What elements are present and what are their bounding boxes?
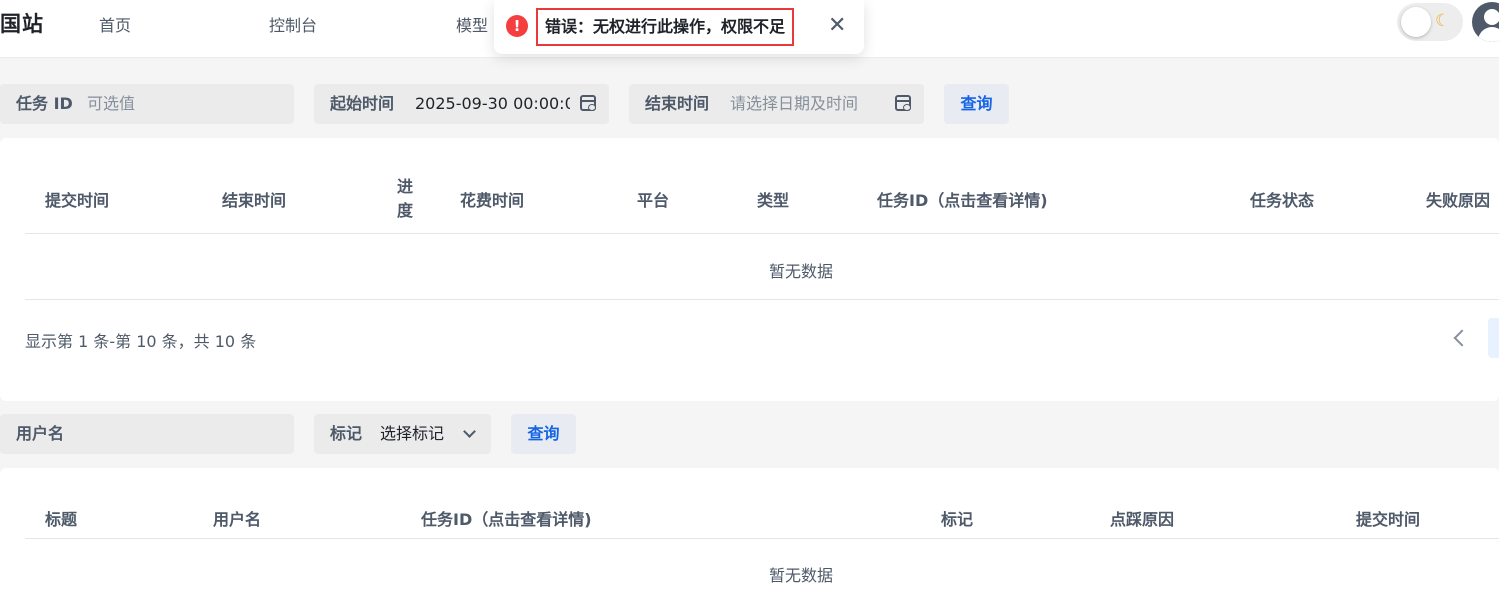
close-icon[interactable]: ✕ (828, 14, 846, 38)
error-toast: ! 错误：无权进行此操作，权限不足 ✕ (494, 0, 864, 54)
calendar-icon[interactable] (580, 95, 596, 111)
username-label: 用户名 (16, 424, 65, 443)
moon-icon: ☾ (1435, 11, 1451, 31)
column-header: 花费时间 (460, 191, 525, 210)
error-message: 错误：无权进行此操作，权限不足 (536, 8, 795, 46)
username-field[interactable]: 用户名 (0, 414, 294, 454)
column-header: 任务ID（点击查看详情) (877, 191, 1048, 210)
start-time-label: 起始时间 (330, 94, 395, 113)
column-header: 任务ID（点击查看详情) (421, 510, 592, 529)
column-header: 任务状态 (1250, 191, 1315, 210)
user-query-button[interactable]: 查询 (511, 414, 576, 454)
user-avatar-icon[interactable] (1472, 2, 1499, 42)
column-header: 提交时间 (45, 191, 110, 210)
avatar-shoulders (1478, 27, 1499, 42)
task-id-field[interactable]: 任务 ID 可选值 (0, 84, 294, 124)
chevron-down-icon[interactable] (463, 425, 476, 438)
column-header: 结束时间 (222, 191, 287, 210)
empty-state: 暂无数据 (769, 262, 834, 281)
error-icon: ! (506, 15, 528, 37)
task-table-card: 提交时间 结束时间 进度 花费时间 平台 类型 任务ID（点击查看详情) 任务状… (0, 138, 1499, 401)
theme-toggle[interactable]: ☾ (1397, 3, 1463, 41)
column-header: 标记 (941, 510, 974, 529)
nav-item-models[interactable]: 模型 (456, 12, 488, 36)
pagination-info: 显示第 1 条-第 10 条，共 10 条 (25, 332, 257, 351)
start-time-field[interactable]: 起始时间 2025-09-30 00:00:00 (314, 84, 609, 124)
end-time-label: 结束时间 (645, 94, 710, 113)
header-divider (25, 233, 1499, 234)
page-button[interactable] (1488, 318, 1499, 358)
header-divider (25, 538, 1499, 539)
chevron-left-icon[interactable] (1453, 329, 1471, 347)
tag-label: 标记 (330, 424, 363, 443)
end-time-field[interactable]: 结束时间 请选择日期及时间 (629, 84, 924, 124)
column-header: 提交时间 (1356, 510, 1421, 529)
tag-select[interactable]: 标记 选择标记 (314, 414, 491, 454)
column-header: 失败原因 (1426, 191, 1491, 210)
column-header: 类型 (757, 191, 790, 210)
nav-item-console[interactable]: 控制台 (269, 12, 317, 36)
brand-logo[interactable]: 国站 (0, 8, 44, 38)
end-time-input[interactable]: 请选择日期及时间 (730, 84, 858, 124)
task-id-label: 任务 ID (16, 94, 73, 113)
column-header: 用户名 (213, 510, 262, 529)
calendar-icon[interactable] (895, 95, 911, 111)
row-divider (25, 299, 1499, 300)
column-header: 标题 (45, 510, 78, 529)
column-header: 平台 (637, 191, 670, 210)
task-id-input[interactable]: 可选值 (87, 84, 135, 124)
avatar-head (1484, 9, 1499, 25)
column-header: 进度 (397, 177, 414, 220)
start-time-input[interactable]: 2025-09-30 00:00:00 (415, 84, 570, 124)
column-header: 点踩原因 (1110, 510, 1175, 529)
toggle-knob (1401, 7, 1431, 37)
user-table-card: 标题 用户名 任务ID（点击查看详情) 标记 点踩原因 提交时间 暂无数据 (0, 468, 1499, 589)
empty-state: 暂无数据 (769, 566, 834, 585)
tag-select-value[interactable]: 选择标记 (380, 414, 444, 454)
nav-item-home[interactable]: 首页 (99, 12, 131, 36)
task-query-button[interactable]: 查询 (944, 84, 1009, 124)
